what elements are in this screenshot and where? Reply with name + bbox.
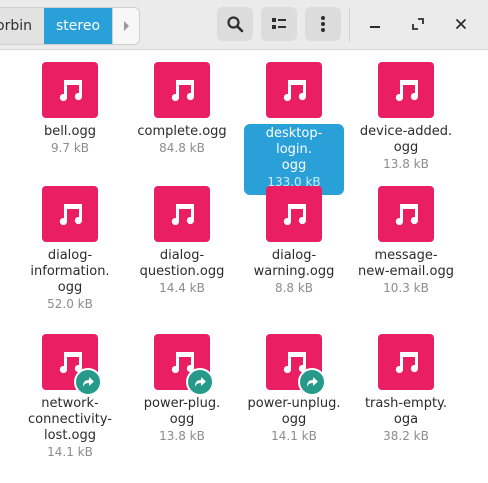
file-item[interactable]: power-unplug. ogg 14.1 kB — [238, 322, 350, 448]
breadcrumb-current-label: stereo — [56, 18, 101, 34]
header-bar: orbin stereo — [0, 0, 488, 50]
file-item[interactable]: trash-empty. oga 38.2 kB — [350, 322, 462, 448]
audio-file-tile — [154, 62, 210, 118]
file-name: dialog-information. ogg — [30, 248, 110, 295]
file-size: 38.2 kB — [383, 429, 429, 443]
file-name: trash-empty. oga — [364, 396, 448, 427]
audio-file-tile — [378, 62, 434, 118]
close-icon — [456, 19, 466, 29]
maximize-icon — [412, 18, 424, 30]
file-item[interactable]: message-new-email.ogg 10.3 kB — [350, 174, 462, 300]
audio-file-tile — [266, 62, 322, 118]
music-note-icon — [283, 204, 307, 226]
file-size: 10.3 kB — [383, 281, 429, 295]
file-name: complete.ogg — [137, 124, 227, 139]
file-size: 14.4 kB — [159, 281, 205, 295]
breadcrumb: orbin stereo — [0, 7, 141, 45]
music-note-icon — [171, 204, 195, 226]
audio-file-tile — [42, 334, 102, 396]
symlink-arrow-icon — [307, 377, 318, 387]
view-toggle-button[interactable] — [261, 7, 297, 41]
symlink-arrow-icon — [195, 377, 206, 387]
file-item[interactable]: dialog-warning.ogg 8.8 kB — [238, 174, 350, 300]
file-name: dialog-warning.ogg — [253, 248, 335, 279]
maximize-button[interactable] — [403, 9, 433, 39]
file-size: 9.7 kB — [50, 141, 90, 155]
minimize-icon — [370, 26, 380, 28]
file-size: 52.0 kB — [47, 297, 93, 311]
audio-file-tile — [154, 334, 214, 396]
music-note-icon — [395, 352, 419, 374]
file-name: device-added. ogg — [359, 124, 453, 155]
file-name: power-plug. ogg — [143, 396, 221, 427]
file-item[interactable]: network-connectivity-lost.ogg 14.1 kB — [14, 322, 126, 464]
file-item[interactable]: dialog-information. ogg 52.0 kB — [14, 174, 126, 316]
file-size: 13.8 kB — [159, 429, 205, 443]
music-note-icon — [59, 204, 83, 226]
file-name: network-connectivity-lost.ogg — [28, 396, 112, 443]
file-name: message-new-email.ogg — [357, 248, 454, 279]
symlink-arrow-icon — [83, 377, 94, 387]
symlink-badge — [298, 368, 326, 396]
file-item[interactable]: bell.ogg 9.7 kB — [14, 50, 126, 160]
file-size: 8.8 kB — [274, 281, 314, 295]
file-size: 14.1 kB — [271, 429, 317, 443]
music-note-icon — [171, 80, 195, 102]
header-separator — [349, 8, 350, 42]
music-note-icon — [283, 80, 307, 102]
file-item[interactable]: power-plug. ogg 13.8 kB — [126, 322, 238, 448]
file-size: 13.8 kB — [383, 157, 429, 171]
file-grid: bell.ogg 9.7 kB complete.ogg 84.8 kB des… — [0, 50, 488, 483]
more-vertical-icon — [321, 16, 325, 32]
file-name: desktop-login. ogg — [265, 126, 323, 173]
file-size: 84.8 kB — [159, 141, 205, 155]
close-button[interactable] — [446, 9, 476, 39]
symlink-badge — [186, 368, 214, 396]
audio-file-tile — [378, 186, 434, 242]
breadcrumb-forward-button[interactable] — [112, 8, 140, 44]
search-icon — [227, 16, 244, 33]
music-note-icon — [395, 80, 419, 102]
file-item[interactable]: device-added. ogg 13.8 kB — [350, 50, 462, 176]
audio-file-tile — [42, 62, 98, 118]
file-name: power-unplug. ogg — [247, 396, 341, 427]
audio-file-tile — [154, 186, 210, 242]
minimize-button[interactable] — [360, 9, 390, 39]
audio-file-tile — [42, 186, 98, 242]
breadcrumb-prev-label: orbin — [0, 18, 32, 34]
file-size: 14.1 kB — [47, 445, 93, 459]
audio-file-tile — [266, 186, 322, 242]
file-name: bell.ogg — [43, 124, 97, 139]
menu-button[interactable] — [305, 7, 341, 41]
list-view-icon — [272, 18, 286, 29]
file-item[interactable]: dialog-question.ogg 14.4 kB — [126, 174, 238, 300]
music-note-icon — [395, 204, 419, 226]
breadcrumb-prev[interactable]: orbin — [0, 8, 44, 44]
audio-file-tile — [266, 334, 326, 396]
search-button[interactable] — [217, 7, 253, 41]
file-item[interactable]: complete.ogg 84.8 kB — [126, 50, 238, 160]
file-name: dialog-question.ogg — [139, 248, 225, 279]
audio-file-tile — [378, 334, 434, 390]
breadcrumb-current[interactable]: stereo — [44, 8, 113, 44]
chevron-right-icon — [124, 21, 130, 31]
music-note-icon — [59, 80, 83, 102]
symlink-badge — [74, 368, 102, 396]
